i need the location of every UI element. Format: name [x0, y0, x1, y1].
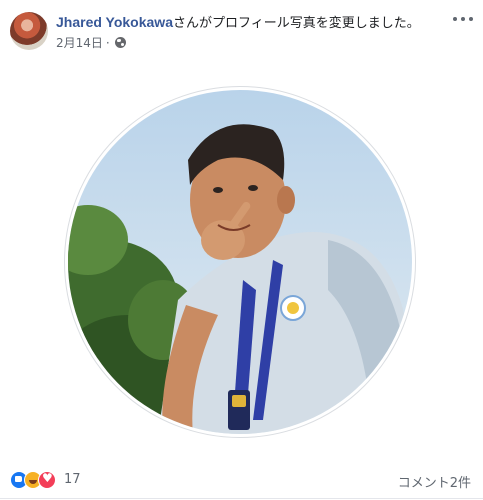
- photo-area[interactable]: [0, 62, 483, 454]
- author-name-link[interactable]: Jhared Yokokawa: [56, 14, 173, 30]
- love-icon: [38, 471, 56, 489]
- profile-photo-image: [68, 124, 412, 434]
- more-options-icon[interactable]: [453, 12, 473, 26]
- post-meta: 2月14日 ·: [56, 34, 126, 51]
- post-header: Jhared Yokokawaさんがプロフィール写真を変更しました。 2月14日…: [0, 0, 483, 56]
- meta-separator: ·: [105, 35, 110, 50]
- reactions-bar: 17 コメント2件: [0, 462, 483, 499]
- post-action-text: さんがプロフィール写真を変更しました。: [172, 16, 420, 31]
- globe-icon[interactable]: [114, 37, 126, 48]
- post-date-link[interactable]: 2月14日: [56, 34, 103, 51]
- reaction-icons[interactable]: [10, 471, 60, 489]
- author-line: Jhared Yokokawaさんがプロフィール写真を変更しました。: [56, 12, 420, 31]
- profile-photo[interactable]: [68, 90, 412, 434]
- comments-count-link[interactable]: コメント2件: [398, 472, 471, 491]
- reaction-count[interactable]: 17: [64, 472, 81, 487]
- avatar[interactable]: [10, 12, 48, 50]
